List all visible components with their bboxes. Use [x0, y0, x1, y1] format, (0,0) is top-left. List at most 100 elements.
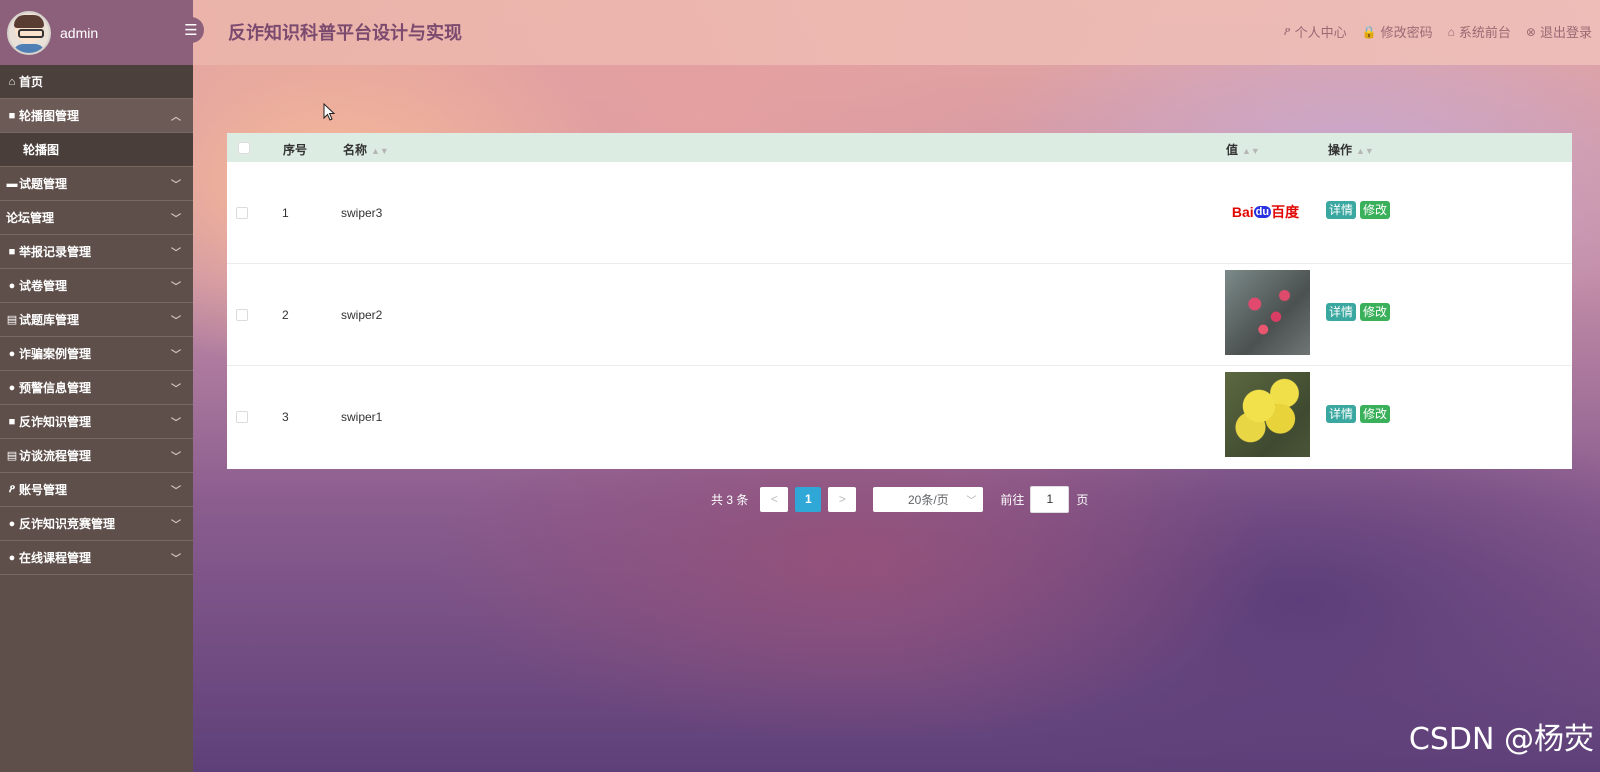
page-suffix: 页 — [1076, 492, 1089, 507]
chevron-down-icon: ﹀ — [171, 384, 181, 395]
column-header-label: 操作 — [1328, 143, 1353, 157]
sidebar-header: admin ☰ — [0, 0, 204, 65]
goto-label: 前往 — [1000, 492, 1025, 507]
sidebar-item-question-bank[interactable]: ▤ 试题库管理 ﹀ — [0, 303, 193, 337]
detail-button[interactable]: 详情 — [1326, 303, 1357, 321]
edit-button[interactable]: 修改 — [1360, 201, 1391, 219]
row-index: 3 — [282, 410, 289, 424]
chevron-down-icon: ﹀ — [171, 486, 181, 497]
edit-button[interactable]: 修改 — [1360, 303, 1391, 321]
sidebar-item-questions[interactable]: ▬ 试题管理 ﹀ — [0, 167, 193, 201]
page-size-select[interactable]: 20条/页 ﹀ — [873, 486, 984, 512]
page-number-button[interactable]: 1 — [795, 486, 822, 512]
sidebar-item-knowledge[interactable]: ■ 反诈知识管理 ﹀ — [0, 405, 193, 439]
detail-button[interactable]: 详情 — [1326, 405, 1357, 423]
circle-icon: ● — [8, 381, 16, 394]
row-index: 2 — [282, 308, 289, 322]
row-index: 1 — [282, 206, 289, 220]
sidebar-item-label: 在线课程管理 — [19, 551, 92, 565]
sidebar-item-label: 试卷管理 — [19, 279, 68, 293]
sort-icon: ▲▼ — [371, 146, 389, 156]
home-icon: ⌂ — [1447, 24, 1455, 39]
chevron-down-icon: ﹀ — [171, 554, 181, 565]
logout-link[interactable]: ⊗ 退出登录 — [1526, 22, 1592, 41]
pagination: 共 3 条 < 1 > 20条/页 ﹀ 前往 1 页 — [711, 485, 1089, 513]
edit-button[interactable]: 修改 — [1360, 405, 1391, 423]
detail-button[interactable]: 详情 — [1326, 201, 1357, 219]
sidebar: admin ☰ ⌂ 首页 ■ 轮播图管理 ︿ 轮播图 ▬ 试题管理 ﹀ 论坛管理… — [0, 0, 204, 772]
document-icon: ▬ — [6, 177, 18, 190]
table-row: 3 swiper1 详情 修改 — [227, 366, 1572, 467]
row-checkbox[interactable] — [236, 207, 248, 219]
column-header-label: 值 — [1226, 143, 1239, 157]
sidebar-item-interviews[interactable]: ▤ 访谈流程管理 ﹀ — [0, 439, 193, 473]
personal-center-link[interactable]: ዖ 个人中心 — [1284, 22, 1347, 41]
chevron-down-icon: ﹀ — [171, 350, 181, 361]
chevron-down-icon: ﹀ — [171, 180, 181, 191]
chevron-down-icon: ﹀ — [171, 248, 181, 259]
sidebar-item-home[interactable]: ⌂ 首页 — [0, 65, 193, 99]
sidebar-item-courses[interactable]: ● 在线课程管理 ﹀ — [0, 541, 193, 575]
sidebar-item-reports[interactable]: ■ 举报记录管理 ﹀ — [0, 235, 193, 269]
lock-icon: 🔒 — [1361, 24, 1377, 39]
avatar[interactable] — [7, 10, 51, 55]
select-all-checkbox[interactable] — [238, 142, 250, 154]
sidebar-item-carousel[interactable]: ■ 轮播图管理 ︿ — [0, 99, 193, 133]
top-bar: 反诈知识科普平台设计与实现 ዖ 个人中心 🔒 修改密码 ⌂ 系统前台 ⊗ 退出登… — [193, 0, 1600, 65]
row-name: swiper1 — [341, 410, 383, 424]
row-actions: 详情 修改 — [1326, 201, 1394, 219]
sidebar-item-label: 诈骗案例管理 — [19, 347, 92, 361]
sidebar-item-label: 预警信息管理 — [19, 381, 92, 395]
user-name: admin — [60, 24, 99, 41]
picture-icon: ■ — [8, 109, 16, 122]
sort-icon: ▲▼ — [1356, 146, 1374, 156]
total-count: 共 3 条 — [711, 492, 749, 507]
sidebar-item-fraud-cases[interactable]: ● 诈骗案例管理 ﹀ — [0, 337, 193, 371]
column-header-value[interactable]: 值 ▲▼ — [1226, 141, 1260, 158]
next-page-button[interactable]: > — [828, 486, 857, 512]
chevron-down-icon: ﹀ — [171, 316, 181, 327]
circle-icon: ● — [8, 279, 16, 292]
chevron-down-icon: ﹀ — [171, 452, 181, 463]
page-size-value: 20条/页 — [908, 492, 949, 507]
prev-page-button[interactable]: < — [760, 486, 789, 512]
user-icon: ዖ — [8, 483, 16, 495]
column-header-actions[interactable]: 操作 ▲▼ — [1328, 141, 1374, 158]
table-row: 1 swiper3 Bai du 百度 详情 修改 — [227, 162, 1572, 264]
row-checkbox[interactable] — [236, 411, 248, 423]
close-circle-icon: ⊗ — [1525, 24, 1536, 39]
list-icon: ■ — [8, 415, 16, 428]
top-links: ዖ 个人中心 🔒 修改密码 ⌂ 系统前台 ⊗ 退出登录 — [1284, 22, 1592, 41]
goto-page-input[interactable]: 1 — [1030, 485, 1070, 513]
mouse-cursor-icon — [323, 103, 335, 121]
link-label: 退出登录 — [1539, 25, 1592, 40]
column-header-name[interactable]: 名称 ▲▼ — [343, 141, 389, 158]
baidu-logo-image: Bai du 百度 — [1231, 204, 1300, 220]
change-password-link[interactable]: 🔒 修改密码 — [1362, 22, 1433, 41]
link-label: 个人中心 — [1294, 25, 1347, 40]
sidebar-item-warnings[interactable]: ● 预警信息管理 ﹀ — [0, 371, 193, 405]
row-checkbox[interactable] — [236, 309, 248, 321]
row-name: swiper3 — [341, 206, 383, 220]
sidebar-item-forum[interactable]: 论坛管理 ﹀ — [0, 201, 193, 235]
row-actions: 详情 修改 — [1326, 303, 1394, 321]
pink-flower-image — [1225, 270, 1310, 355]
menu-toggle-button[interactable]: ☰ — [178, 17, 204, 43]
table-row: 2 swiper2 详情 修改 — [227, 264, 1572, 366]
sidebar-item-label: 账号管理 — [19, 483, 68, 497]
document-icon: ▤ — [6, 314, 18, 326]
data-table: 序号 名称 ▲▼ 值 ▲▼ 操作 ▲▼ 1 swiper3 Bai du 百度 详情 修改 … — [227, 133, 1572, 469]
sidebar-item-label: 论坛管理 — [6, 211, 55, 225]
row-name: swiper2 — [341, 308, 383, 322]
sidebar-subitem-carousel[interactable]: 轮播图 — [0, 133, 193, 167]
frontend-link[interactable]: ⌂ 系统前台 — [1448, 22, 1511, 41]
circle-icon: ● — [8, 551, 16, 564]
sidebar-item-label: 首页 — [19, 75, 44, 89]
sidebar-item-accounts[interactable]: ዖ 账号管理 ﹀ — [0, 473, 193, 507]
sidebar-item-label: 试题库管理 — [19, 313, 80, 327]
sidebar-item-papers[interactable]: ● 试卷管理 ﹀ — [0, 269, 193, 303]
home-icon: ⌂ — [8, 75, 16, 88]
sidebar-item-contest[interactable]: ● 反诈知识竞赛管理 ﹀ — [0, 507, 193, 541]
chevron-down-icon: ﹀ — [171, 418, 181, 429]
yellow-flower-image — [1225, 372, 1310, 457]
